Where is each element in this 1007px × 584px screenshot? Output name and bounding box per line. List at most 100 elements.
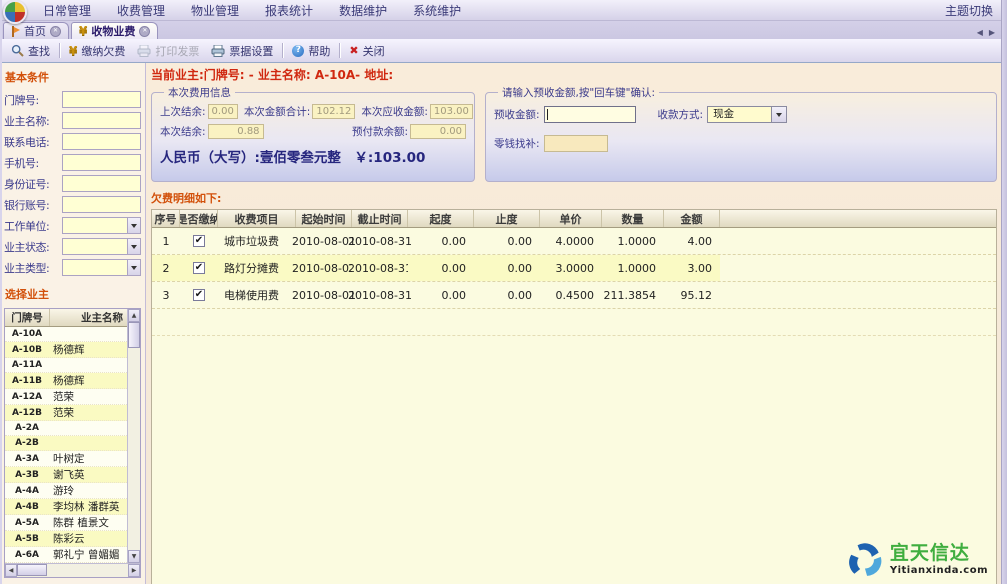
owner-row[interactable]: A-10B杨德辉 xyxy=(5,342,127,358)
mobile-input[interactable] xyxy=(62,154,141,171)
menu-report[interactable]: 报表统计 xyxy=(252,2,326,19)
find-button[interactable]: 查找 xyxy=(5,42,56,60)
scrollbar-thumb[interactable] xyxy=(17,564,47,576)
prepaid-balance-value: 0.00 xyxy=(410,124,466,139)
mobile-label: 手机号: xyxy=(4,155,62,171)
tab-scroll-left-icon[interactable] xyxy=(977,29,983,37)
bank-account-input[interactable] xyxy=(62,196,141,213)
col-header-from[interactable]: 起度 xyxy=(408,210,474,227)
basic-conditions-title: 基本条件 xyxy=(5,69,141,85)
close-button[interactable]: 关闭 xyxy=(343,42,390,60)
close-label: 关闭 xyxy=(363,43,385,59)
col-header-price[interactable]: 单价 xyxy=(540,210,602,227)
payment-method-value: 现金 xyxy=(707,106,772,123)
owner-row[interactable]: A-11B杨德辉 xyxy=(5,373,127,389)
col-header-start[interactable]: 起始时间 xyxy=(296,210,352,227)
pay-arrears-button[interactable]: 缴纳欠费 xyxy=(63,42,131,60)
prepay-amount-input[interactable] xyxy=(544,106,636,123)
owner-row[interactable]: A-3A叶树定 xyxy=(5,451,127,467)
door-no-input[interactable] xyxy=(62,91,141,108)
col-header-amount[interactable]: 金额 xyxy=(664,210,720,227)
col-header-to[interactable]: 止度 xyxy=(474,210,540,227)
chevron-down-icon[interactable] xyxy=(127,218,140,233)
chevron-down-icon[interactable] xyxy=(772,106,787,123)
tab-home-label: 首页 xyxy=(24,23,46,39)
owner-row[interactable]: A-2A xyxy=(5,421,127,436)
owner-row[interactable]: A-11A xyxy=(5,358,127,373)
owner-status-label: 业主状态: xyxy=(4,239,62,255)
cell-seq: 3 xyxy=(152,282,180,308)
owner-row[interactable]: A-12A范荣 xyxy=(5,389,127,405)
paid-checkbox[interactable] xyxy=(193,235,205,247)
owner-row[interactable]: A-6A郭礼宁 曾媚媚 xyxy=(5,547,127,563)
arrears-row[interactable]: 2 路灯分摊费 2010-08-01 2010-08-31 0.00 0.00 … xyxy=(152,255,996,282)
payment-method-select[interactable]: 现金 xyxy=(707,106,787,123)
owner-row[interactable]: A-12B范荣 xyxy=(5,405,127,421)
menu-charge[interactable]: 收费管理 xyxy=(104,2,178,19)
paid-checkbox[interactable] xyxy=(193,262,205,274)
col-header-qty[interactable]: 数量 xyxy=(602,210,664,227)
theme-switch-button[interactable]: 主题切换 xyxy=(945,2,1007,19)
owner-row[interactable]: A-3B谢飞英 xyxy=(5,467,127,483)
owner-row[interactable]: A-10A xyxy=(5,327,127,342)
change-input[interactable] xyxy=(544,135,608,152)
scrollbar-thumb[interactable] xyxy=(128,322,140,348)
owner-name: 叶树定 xyxy=(49,451,127,466)
cell-price: 4.0000 xyxy=(540,228,602,254)
paid-checkbox[interactable] xyxy=(193,289,205,301)
scroll-left-icon[interactable] xyxy=(5,564,17,577)
scroll-up-icon[interactable] xyxy=(128,309,140,322)
col-header-seq[interactable]: 序号 xyxy=(152,210,180,227)
owner-type-select[interactable] xyxy=(62,259,141,276)
menu-property[interactable]: 物业管理 xyxy=(178,2,252,19)
help-button[interactable]: 帮助 xyxy=(286,42,336,60)
col-header-filler xyxy=(720,210,996,227)
arrears-row[interactable]: 1 城市垃圾费 2010-08-01 2010-08-31 0.00 0.00 … xyxy=(152,228,996,255)
receipt-settings-label: 票据设置 xyxy=(229,43,273,59)
owner-list-vertical-scrollbar[interactable] xyxy=(127,309,140,563)
owner-name: 杨德辉 xyxy=(49,373,127,388)
fee-info-title: 本次费用信息 xyxy=(164,85,235,100)
owner-door-no: A-4A xyxy=(5,486,49,496)
door-no-column-header[interactable]: 门牌号 xyxy=(5,309,50,326)
tab-scroll-right-icon[interactable] xyxy=(989,29,995,37)
col-header-end[interactable]: 截止时间 xyxy=(352,210,408,227)
owner-list-header: 门牌号 业主名称 xyxy=(5,309,127,327)
chevron-down-icon[interactable] xyxy=(127,239,140,254)
receipt-settings-button[interactable]: 票据设置 xyxy=(205,42,279,60)
payment-method-label: 收款方式: xyxy=(658,107,704,122)
owner-name-input[interactable] xyxy=(62,112,141,129)
col-header-item[interactable]: 收费项目 xyxy=(218,210,296,227)
col-header-paid[interactable]: 是否缴纳 xyxy=(180,210,218,227)
scroll-right-icon[interactable] xyxy=(128,564,140,577)
work-unit-select[interactable] xyxy=(62,217,141,234)
cell-seq: 1 xyxy=(152,228,180,254)
menu-system[interactable]: 系统维护 xyxy=(400,2,474,19)
scroll-down-icon[interactable] xyxy=(128,550,140,563)
prepaid-balance-label: 预付款余额: xyxy=(352,124,408,139)
owner-status-select[interactable] xyxy=(62,238,141,255)
owner-list-horizontal-scrollbar[interactable] xyxy=(5,563,140,577)
idcard-input[interactable] xyxy=(62,175,141,192)
owner-row[interactable]: A-4B李均林 潘群英 xyxy=(5,499,127,515)
chevron-down-icon[interactable] xyxy=(127,260,140,275)
owner-name-column-header[interactable]: 业主名称 xyxy=(50,309,127,326)
arrears-row[interactable]: 3 电梯使用费 2010-08-01 2010-08-31 0.00 0.00 … xyxy=(152,282,996,309)
owner-row[interactable]: A-5A陈群 植景文 xyxy=(5,515,127,531)
tab-home-close-icon[interactable] xyxy=(50,26,61,37)
print-invoice-button[interactable]: 打印发票 xyxy=(131,42,205,60)
cell-price: 3.0000 xyxy=(540,255,602,281)
owner-row[interactable]: A-2B xyxy=(5,436,127,451)
phone-input[interactable] xyxy=(62,133,141,150)
tab-home[interactable]: 首页 xyxy=(3,22,69,39)
owner-row[interactable]: A-4A游玲 xyxy=(5,483,127,499)
menu-data[interactable]: 数据维护 xyxy=(326,2,400,19)
tab-collect-fee-close-icon[interactable] xyxy=(139,26,150,37)
owner-door-no: A-11B xyxy=(5,376,49,386)
yen-icon xyxy=(79,25,87,37)
tab-collect-fee[interactable]: 收物业费 xyxy=(71,22,158,39)
menu-daily[interactable]: 日常管理 xyxy=(30,2,104,19)
toolbar-separator xyxy=(339,43,340,58)
logo-chinese-text: 宜天信达 xyxy=(890,544,970,564)
owner-row[interactable]: A-5B陈彩云 xyxy=(5,531,127,547)
